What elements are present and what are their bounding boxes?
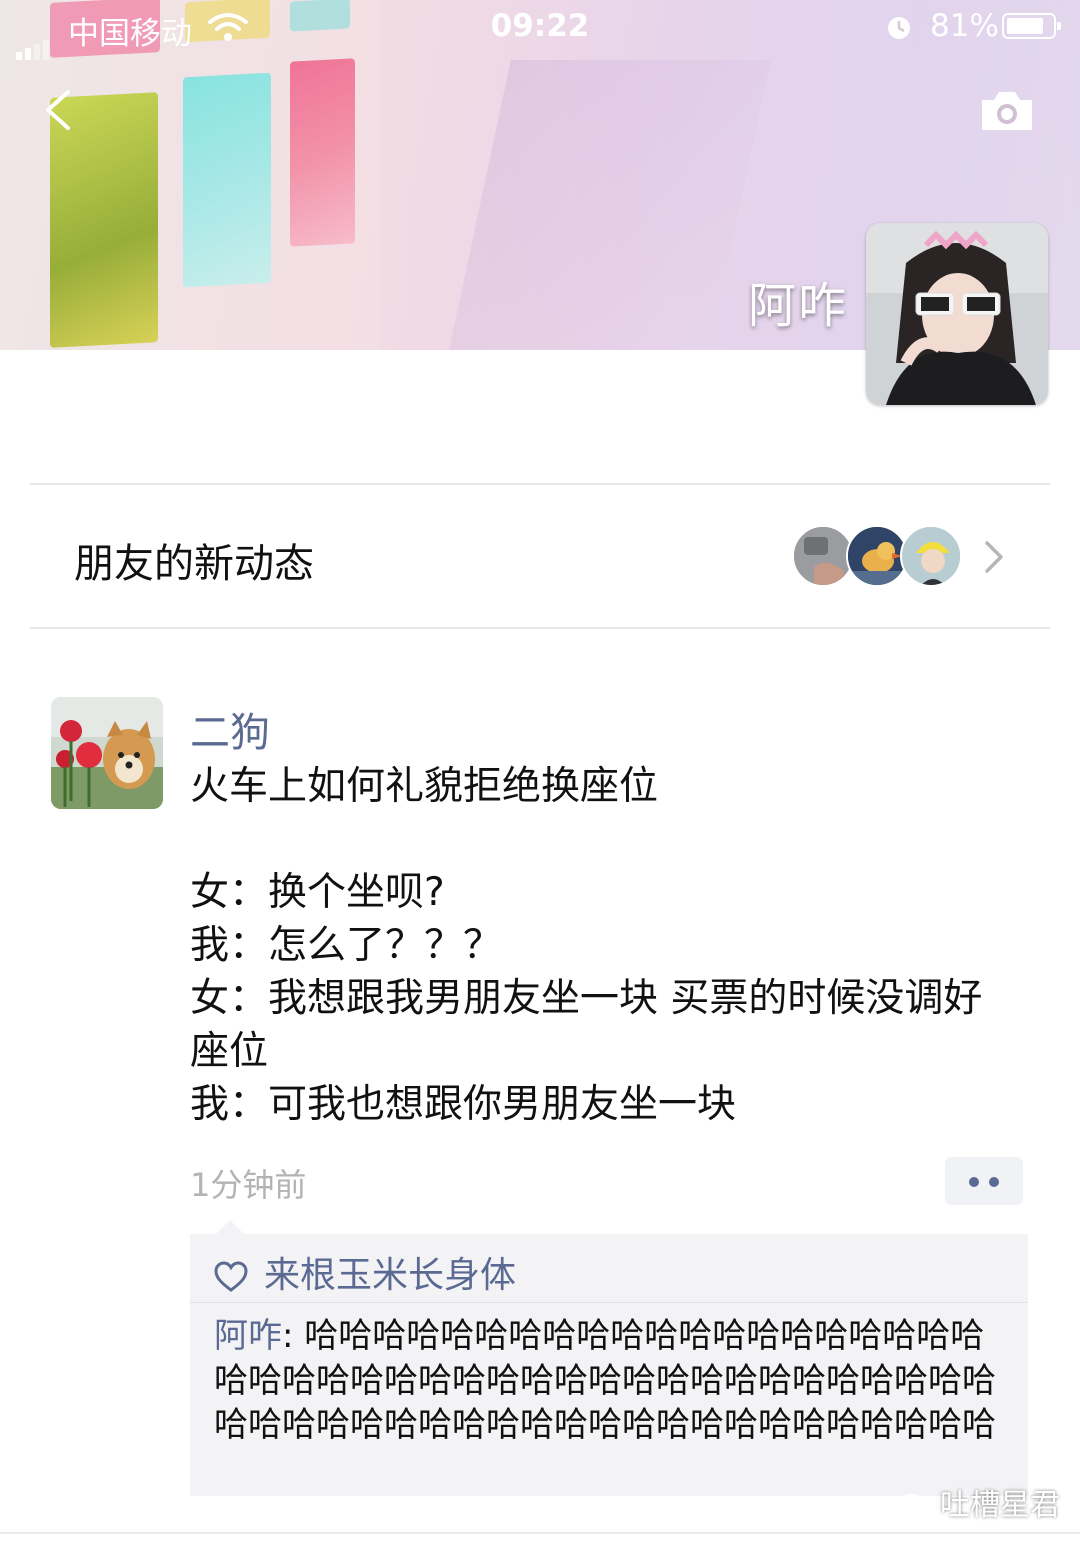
interactions-panel: 来根玉米长身体 阿咋: 哈哈哈哈哈哈哈哈哈哈哈哈哈哈哈哈哈哈哈哈哈哈哈哈哈哈哈哈… (190, 1220, 1028, 1496)
friend-avatar (846, 525, 908, 587)
back-icon[interactable] (38, 88, 82, 132)
status-bar: 中国移动 09:22 81% (0, 0, 1080, 60)
owner-name[interactable]: 阿咋 (660, 266, 848, 336)
friends-updates-row[interactable]: 朋友的新动态 (0, 485, 1080, 627)
divider (0, 1532, 1080, 1534)
divider (190, 1302, 1028, 1303)
friend-avatar-stack (792, 525, 962, 589)
liker-name[interactable]: 来根玉米长身体 (264, 1255, 516, 1296)
wechat-icon (896, 1493, 934, 1520)
avatar-girl-illustration (866, 223, 1048, 405)
alarm-icon (888, 17, 910, 39)
post-text: 火车上如何礼貌拒绝换座位 女：换个坐呗? 我：怎么了？？？ 女：我想跟我男朋友坐… (190, 764, 983, 1127)
comment[interactable]: 阿咋: 哈哈哈哈哈哈哈哈哈哈哈哈哈哈哈哈哈哈哈哈哈哈哈哈哈哈哈哈哈哈哈哈哈哈哈哈… (214, 1314, 1004, 1448)
chevron-right-icon (985, 541, 1003, 573)
friend-avatar (792, 525, 854, 587)
friend-avatar (900, 525, 962, 587)
likes-row: 来根玉米长身体 (214, 1246, 516, 1296)
comment-author[interactable]: 阿咋 (214, 1316, 282, 1356)
cover-glass-pane (183, 72, 271, 288)
friends-updates-label: 朋友的新动态 (74, 541, 314, 587)
post-author-name[interactable]: 二狗 (190, 700, 270, 758)
owner-avatar[interactable] (866, 223, 1048, 405)
divider (30, 627, 1050, 629)
battery-percent: 81% (930, 8, 999, 44)
heart-icon (214, 1261, 248, 1292)
camera-icon[interactable] (978, 86, 1036, 134)
watermark-text: 吐槽星君 (940, 1488, 1060, 1523)
avatar-dog-flowers-illustration (51, 697, 163, 809)
post-author-avatar[interactable] (51, 697, 163, 809)
cover-glass-pane (290, 58, 355, 247)
clock: 09:22 (490, 8, 590, 44)
comment-separator: : (282, 1316, 305, 1356)
comment-text: 哈哈哈哈哈哈哈哈哈哈哈哈哈哈哈哈哈哈哈哈哈哈哈哈哈哈哈哈哈哈哈哈哈哈哈哈哈哈哈哈… (214, 1316, 996, 1445)
watermark: 吐槽星君 (896, 1480, 1060, 1524)
more-dots-icon[interactable] (945, 1157, 1023, 1205)
battery-icon (1002, 13, 1061, 39)
panel-caret (216, 1220, 244, 1234)
post-timestamp: 1分钟前 (190, 1166, 307, 1204)
